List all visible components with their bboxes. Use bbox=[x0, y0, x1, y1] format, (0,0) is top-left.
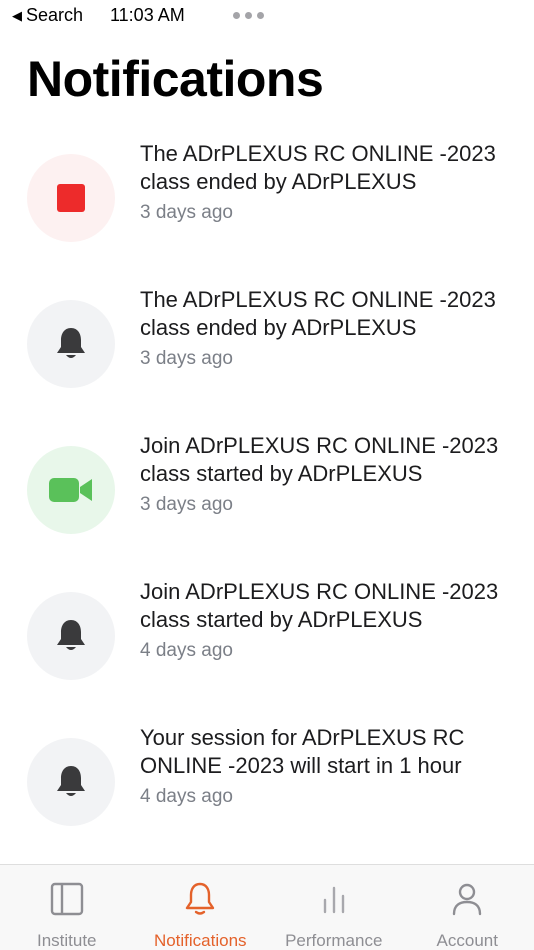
notification-message: The ADrPLEXUS RC ONLINE -2023 class ende… bbox=[140, 141, 496, 194]
bell-icon bbox=[57, 328, 85, 358]
performance-icon bbox=[323, 886, 344, 914]
institute-icon bbox=[50, 882, 83, 916]
tab-institute[interactable]: Institute bbox=[0, 865, 134, 950]
notification-message: Your session for ADrPLEXUS RC ONLINE -20… bbox=[140, 725, 465, 778]
notification-message: Join ADrPLEXUS RC ONLINE -2023 class sta… bbox=[140, 579, 499, 632]
more-dots-icon[interactable] bbox=[233, 12, 264, 19]
notification-message: The ADrPLEXUS RC ONLINE -2023 class ende… bbox=[140, 287, 496, 340]
status-bar: ◀ Search 11:03 AM bbox=[0, 0, 534, 34]
notification-avatar bbox=[27, 592, 115, 680]
tab-label: Account bbox=[436, 931, 498, 950]
bell-icon bbox=[57, 766, 85, 796]
notification-item[interactable]: Join ADrPLEXUS RC ONLINE -2023 class sta… bbox=[0, 578, 534, 724]
notification-list: The ADrPLEXUS RC ONLINE -2023 class ende… bbox=[0, 140, 534, 870]
tab-label: Institute bbox=[36, 931, 97, 950]
stop-icon bbox=[57, 184, 85, 212]
notification-time: 3 days ago bbox=[140, 202, 233, 223]
tab-label: Notifications bbox=[153, 931, 247, 950]
notification-item[interactable]: The ADrPLEXUS RC ONLINE -2023 class ende… bbox=[0, 140, 534, 286]
notification-message: Join ADrPLEXUS RC ONLINE -2023 class sta… bbox=[140, 433, 499, 486]
video-camera-icon bbox=[49, 478, 92, 502]
back-link-label: Search bbox=[26, 5, 84, 25]
tab-performance[interactable]: Performance bbox=[267, 865, 401, 950]
page-title: Notifications bbox=[27, 51, 324, 107]
status-time: 11:03 AM bbox=[110, 5, 185, 25]
notification-time: 3 days ago bbox=[140, 494, 233, 515]
bell-icon bbox=[186, 882, 215, 915]
tab-notifications[interactable]: Notifications bbox=[134, 865, 268, 950]
tab-label: Performance bbox=[285, 931, 383, 950]
notification-avatar bbox=[27, 300, 115, 388]
notification-avatar bbox=[27, 738, 115, 826]
tab-account[interactable]: Account bbox=[401, 865, 534, 950]
bell-icon bbox=[57, 620, 85, 650]
notification-item[interactable]: Join ADrPLEXUS RC ONLINE -2023 class sta… bbox=[0, 432, 534, 578]
notification-avatar bbox=[27, 154, 115, 242]
notifications-screen: ◀ Search 11:03 AM Notifications The ADrP… bbox=[0, 0, 534, 950]
notification-time: 3 days ago bbox=[140, 348, 233, 369]
bottom-tab-bar: Institute Notifications Performance Acco… bbox=[0, 864, 534, 950]
back-to-search-link[interactable]: ◀ Search bbox=[12, 5, 83, 26]
notification-time: 4 days ago bbox=[140, 786, 233, 807]
notification-item[interactable]: The ADrPLEXUS RC ONLINE -2023 class ende… bbox=[0, 286, 534, 432]
notification-avatar bbox=[27, 446, 115, 534]
account-icon bbox=[453, 883, 482, 916]
notification-item[interactable]: Your session for ADrPLEXUS RC ONLINE -20… bbox=[0, 724, 534, 870]
back-triangle-icon: ◀ bbox=[12, 8, 22, 23]
notification-time: 4 days ago bbox=[140, 640, 233, 661]
